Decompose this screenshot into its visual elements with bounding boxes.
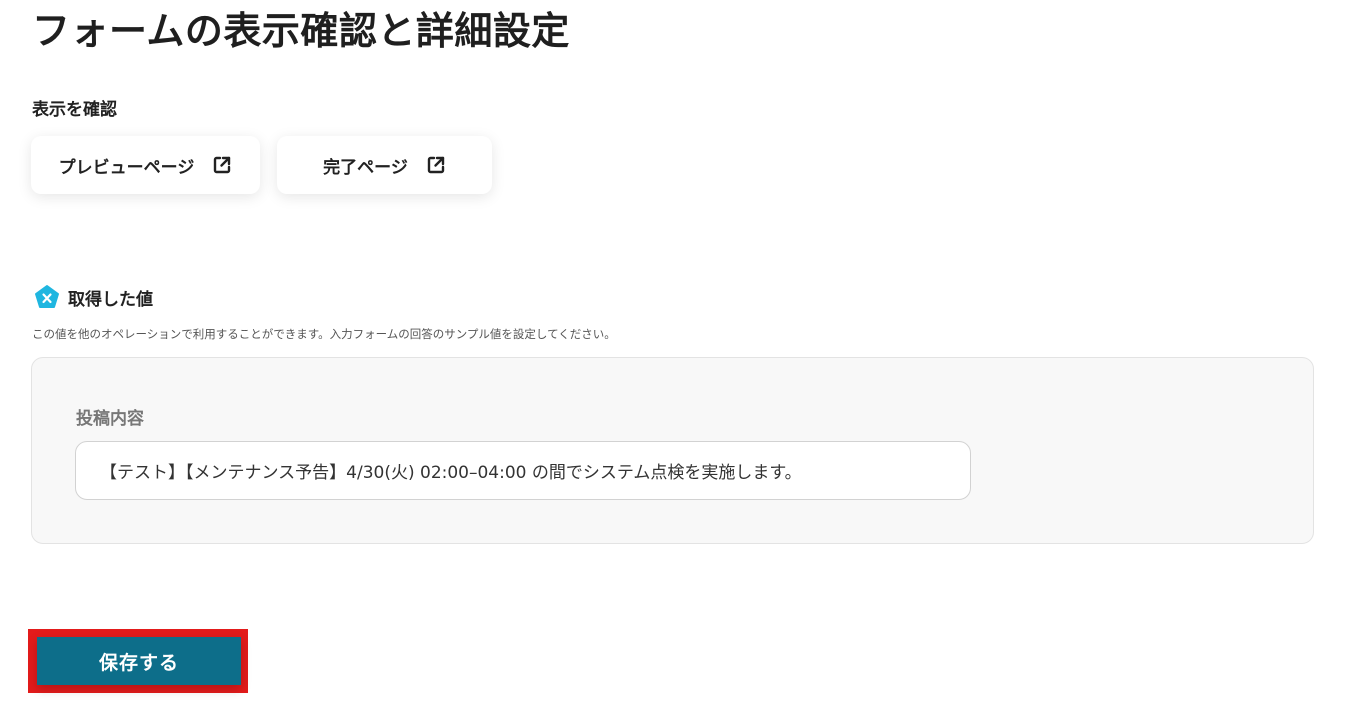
preview-page-button[interactable]: プレビューページ [31,136,260,194]
post-content-input[interactable]: 【テスト】【メンテナンス予告】4/30(火) 02:00–04:00 の間でシス… [75,441,971,500]
complete-page-button[interactable]: 完了ページ [277,136,492,194]
save-button[interactable]: 保存する [37,637,241,685]
external-link-icon [212,155,232,175]
acquired-values-header: 取得した値 [34,284,153,310]
sample-values-panel: 投稿内容 【テスト】【メンテナンス予告】4/30(火) 02:00–04:00 … [31,357,1314,544]
x-badge-icon [34,284,60,310]
acquired-values-title: 取得した値 [68,289,153,310]
external-link-icon [426,155,446,175]
post-content-label: 投稿内容 [76,409,144,429]
preview-page-label: プレビューページ [58,157,195,178]
acquired-values-description: この値を他のオペレーションで利用することができます。入力フォームの回答のサンプル… [32,327,616,341]
page-title: フォームの表示確認と詳細設定 [32,9,570,53]
complete-page-label: 完了ページ [323,157,408,178]
display-check-label: 表示を確認 [32,100,117,120]
